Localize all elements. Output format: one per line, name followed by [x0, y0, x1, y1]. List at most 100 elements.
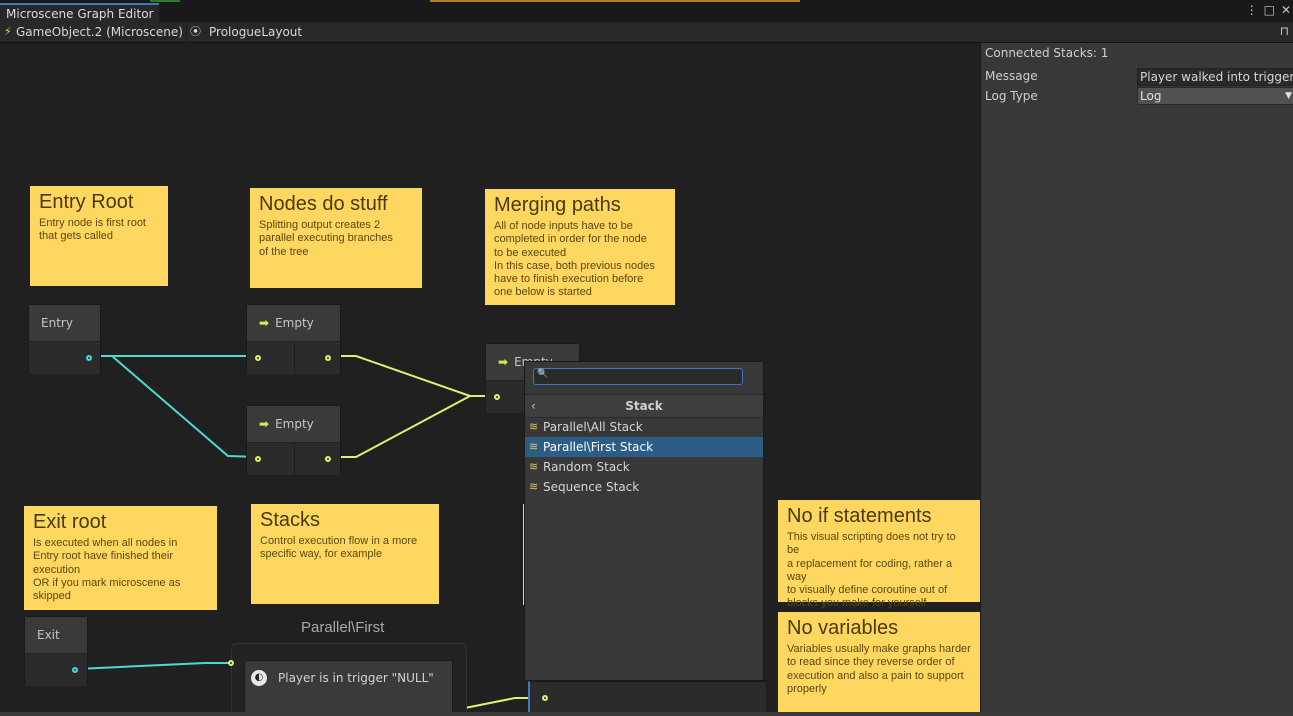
node-title: Exit [25, 617, 87, 654]
breadcrumb-divider [186, 22, 187, 42]
arrow-right-icon: ➡ [259, 316, 270, 330]
graph-canvas[interactable]: Entry Root Entry node is first root that… [0, 43, 980, 716]
stack-icon: ≋ [529, 460, 539, 473]
note-title: Exit root [33, 511, 107, 533]
more-options-icon[interactable]: ⋮ [1246, 3, 1258, 17]
breadcrumb-layout[interactable]: PrologueLayout [209, 22, 302, 42]
popup-item-label: Random Stack [543, 460, 630, 474]
node-title: Empty [275, 316, 314, 330]
exit-node[interactable]: Exit [24, 616, 88, 686]
empty-node-2[interactable]: ➡ Empty [246, 405, 341, 475]
stack-group-title: Parallel\First [301, 619, 385, 636]
close-icon[interactable]: ✕ [1281, 3, 1291, 17]
node-header: ➡ Empty [247, 406, 340, 443]
breadcrumb: ⚡ GameObject.2 (Microscene) ⦿ PrologueLa… [0, 22, 1293, 43]
note-merging-paths[interactable]: Merging paths All of node inputs have to… [485, 189, 675, 305]
search-field[interactable]: 🔍 [533, 368, 743, 385]
bottom-bar [0, 712, 1293, 716]
output-port[interactable] [325, 355, 331, 361]
note-title: Stacks [260, 509, 321, 531]
note-nodes-do-stuff[interactable]: Nodes do stuff Splitting output creates … [250, 188, 422, 288]
popup-item-sequence[interactable]: ≋ Sequence Stack [525, 477, 763, 497]
trigger-node[interactable]: ◐ Player is in trigger "NULL" [244, 660, 453, 716]
note-body: Variables usually make graphs harder to … [787, 643, 971, 695]
output-port[interactable] [325, 456, 331, 462]
node-body [25, 654, 87, 686]
note-title: Merging paths [494, 194, 621, 216]
node-body [247, 342, 340, 374]
popup-item-label: Parallel\All Stack [543, 420, 643, 434]
note-stacks[interactable]: Stacks Control execution flow in a more … [251, 504, 439, 604]
arrow-right-icon: ➡ [259, 417, 270, 431]
window-controls: ⋮ □ ✕ [1240, 3, 1291, 17]
node-title: Player is in trigger "NULL" [278, 671, 434, 685]
node-body [29, 342, 100, 374]
note-body: This visual scripting does not try to be… [787, 531, 956, 610]
popup-item-random[interactable]: ≋ Random Stack [525, 457, 763, 477]
empty-node-1[interactable]: ➡ Empty [246, 304, 341, 374]
stack-icon: ≋ [529, 440, 539, 453]
input-port[interactable] [255, 456, 261, 462]
message-field[interactable]: Player walked into trigger [1137, 68, 1293, 86]
note-body: All of node inputs have to be completed … [494, 220, 655, 299]
popup-item-parallel-first[interactable]: ≋ Parallel\First Stack [525, 437, 763, 457]
search-input[interactable] [548, 369, 738, 384]
stack-icon: ≋ [529, 480, 539, 493]
node-title: Empty [275, 417, 314, 431]
input-port[interactable] [494, 394, 500, 400]
wire-empty1-merge [330, 355, 497, 397]
log-type-value: Log [1140, 89, 1162, 103]
node-search-popup[interactable]: 🔍 ‹ Stack ≋ Parallel\All Stack ≋ Parallel\… [524, 361, 764, 681]
wire-entry-empty2 [111, 355, 258, 458]
stack-input-port[interactable] [228, 660, 234, 666]
breadcrumb-object[interactable]: GameObject.2 (Microscene) [16, 22, 183, 42]
popup-item-label: Sequence Stack [543, 480, 640, 494]
window-tab[interactable]: Microscene Graph Editor [0, 3, 160, 24]
stack-icon: ≋ [529, 420, 539, 433]
note-no-variables[interactable]: No variables Variables usually make grap… [778, 612, 980, 716]
target-icon: ⦿ [190, 25, 201, 38]
output-port[interactable] [72, 667, 78, 673]
node-header: ➡ Empty [247, 305, 340, 342]
log-type-label: Log Type [985, 89, 1038, 103]
note-no-if-statements[interactable]: No if statements This visual scripting d… [778, 500, 980, 609]
wire-empty2-merge [330, 395, 471, 458]
log-type-dropdown[interactable]: Log ▼ [1137, 87, 1293, 105]
wire-exit-stack [76, 662, 231, 670]
lightning-icon: ⚡ [4, 25, 12, 38]
chevron-down-icon: ▼ [1285, 91, 1292, 101]
entry-node[interactable]: Entry [28, 304, 101, 374]
note-body: Splitting output creates 2 parallel exec… [259, 219, 393, 258]
popup-header: ‹ Stack [525, 394, 763, 418]
editor-title-bar: Microscene Graph Editor ⋮ □ ✕ [0, 0, 1293, 24]
search-icon: 🔍 [537, 369, 549, 379]
lock-icon[interactable]: ⊓ [1280, 24, 1289, 38]
note-title: Nodes do stuff [259, 193, 388, 215]
note-title: Entry Root [39, 191, 134, 213]
message-label: Message [985, 69, 1038, 83]
hidden-node-body[interactable] [528, 681, 767, 715]
note-body: Is executed when all nodes in Entry root… [33, 537, 181, 603]
output-port[interactable] [86, 355, 92, 361]
note-exit-root[interactable]: Exit root Is executed when all nodes in … [24, 506, 217, 610]
node-title: Entry [29, 305, 100, 342]
maximize-icon[interactable]: □ [1264, 3, 1275, 17]
trigger-icon: ◐ [251, 670, 267, 686]
input-port[interactable] [255, 355, 261, 361]
arrow-right-icon: ➡ [498, 355, 509, 369]
note-title: No variables [787, 617, 899, 639]
note-body: Entry node is first root that gets calle… [39, 217, 146, 243]
popup-item-label: Parallel\First Stack [543, 440, 654, 454]
top-color-strip [430, 0, 800, 2]
connected-stacks-label: Connected Stacks: 1 [985, 46, 1109, 60]
chevron-left-icon[interactable]: ‹ [531, 395, 536, 417]
top-color-strip [150, 0, 180, 2]
node-body [247, 443, 340, 475]
popup-item-parallel-all[interactable]: ≋ Parallel\All Stack [525, 417, 763, 437]
input-port[interactable] [542, 695, 548, 701]
popup-header-title: Stack [625, 399, 663, 413]
note-body: Control execution flow in a more specifi… [260, 535, 418, 561]
inspector-panel: Connected Stacks: 1 Message Player walke… [980, 43, 1293, 716]
note-entry-root[interactable]: Entry Root Entry node is first root that… [30, 186, 168, 286]
note-title: No if statements [787, 505, 932, 527]
